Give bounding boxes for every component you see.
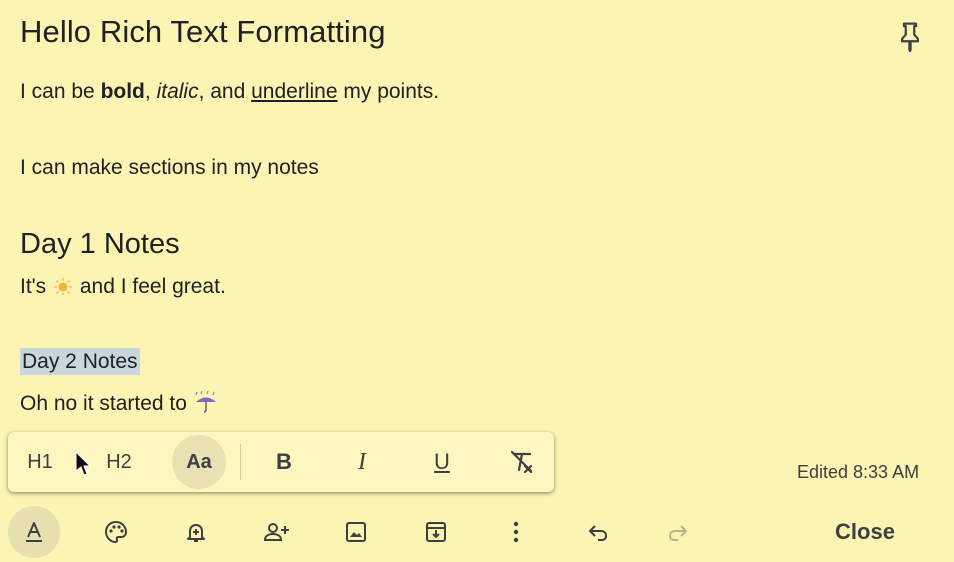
- note-line-sections[interactable]: I can make sections in my notes: [20, 156, 319, 180]
- text-italic: italic: [156, 80, 199, 103]
- pin-icon[interactable]: [895, 20, 925, 54]
- umbrella-rain-emoji-icon: [193, 391, 219, 413]
- h1-label: H1: [27, 450, 53, 473]
- bold-button[interactable]: B: [262, 440, 306, 484]
- italic-label: I: [358, 448, 366, 475]
- h2-label: H2: [106, 450, 132, 473]
- heading-day-2[interactable]: Day 2 Notes: [20, 348, 140, 375]
- note-line-day-1[interactable]: It's and I feel great.: [20, 275, 226, 299]
- underline-button[interactable]: U: [420, 440, 464, 484]
- bell-plus-icon[interactable]: [170, 506, 222, 558]
- text-normal: , and: [198, 80, 252, 103]
- text-underline: underline: [251, 80, 338, 103]
- text-normal: It's: [20, 275, 53, 298]
- format-toolbar: H1 H2 Aa B I U: [8, 432, 554, 492]
- underline-label: U: [434, 449, 450, 474]
- redo-icon[interactable]: [652, 506, 704, 558]
- text-normal: I can be: [20, 80, 101, 103]
- more-vert-icon[interactable]: [490, 506, 542, 558]
- text-normal: ,: [144, 80, 157, 103]
- heading-day-1[interactable]: Day 1 Notes: [20, 228, 180, 261]
- text-normal: and I feel great.: [74, 275, 226, 298]
- text-format-icon[interactable]: [8, 506, 60, 558]
- clear-formatting-icon[interactable]: [500, 440, 544, 484]
- person-add-icon[interactable]: [250, 506, 302, 558]
- selected-text: Day 2 Notes: [20, 348, 140, 375]
- normal-text-button[interactable]: Aa: [172, 435, 226, 489]
- sun-emoji-icon: [52, 277, 74, 295]
- toolbar-divider: [240, 444, 241, 480]
- text-normal: my points.: [337, 80, 440, 103]
- palette-icon[interactable]: [90, 506, 142, 558]
- normal-text-label: Aa: [186, 450, 212, 473]
- close-button[interactable]: Close: [820, 514, 910, 550]
- archive-icon[interactable]: [410, 506, 462, 558]
- text-normal: Oh no it started to: [20, 392, 193, 415]
- bold-label: B: [276, 449, 292, 474]
- heading-1-button[interactable]: H1: [20, 440, 60, 484]
- text-bold: bold: [100, 80, 145, 103]
- note-line-day-2[interactable]: Oh no it started to: [20, 391, 219, 416]
- edited-timestamp: Edited 8:33 AM: [797, 462, 920, 482]
- heading-2-button[interactable]: H2: [98, 440, 140, 484]
- image-icon[interactable]: [330, 506, 382, 558]
- mouse-cursor-icon: [74, 450, 92, 478]
- undo-icon[interactable]: [572, 506, 624, 558]
- note-title[interactable]: Hello Rich Text Formatting: [20, 14, 386, 50]
- italic-button[interactable]: I: [340, 440, 384, 484]
- note-line-formatting[interactable]: I can be bold, italic, and underline my …: [20, 80, 439, 104]
